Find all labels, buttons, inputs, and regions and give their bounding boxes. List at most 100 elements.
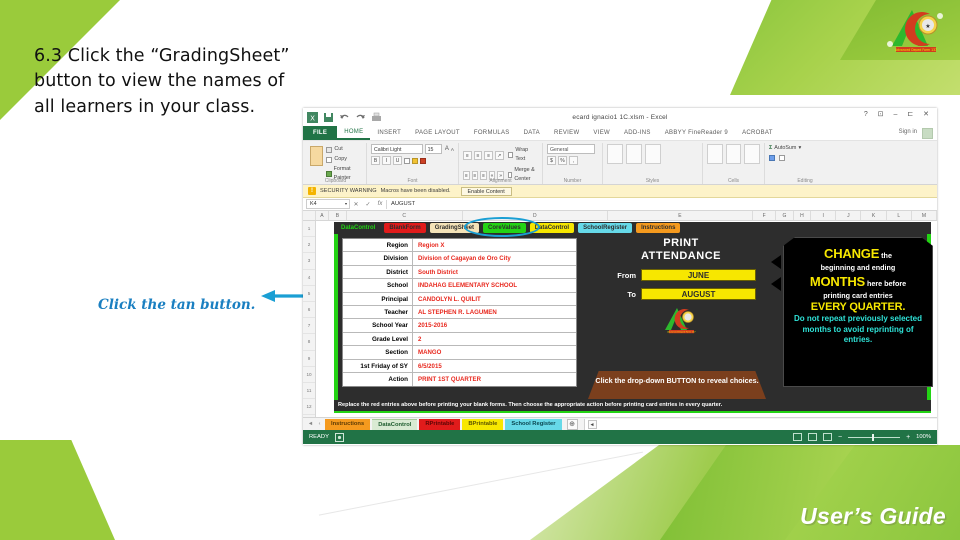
row-header[interactable]: 1 (303, 221, 315, 238)
column-header-h[interactable]: H (794, 211, 812, 220)
name-box[interactable]: K4 ▾ (306, 199, 350, 209)
column-header-k[interactable]: K (861, 211, 887, 220)
formula-input[interactable]: AUGUST (387, 201, 415, 207)
align-middle-icon[interactable]: ≡ (473, 150, 483, 160)
sheet-tab-instructions[interactable]: Instructions (325, 418, 371, 430)
font-color-icon[interactable] (420, 157, 426, 164)
conditional-formatting-icon[interactable] (607, 144, 623, 164)
status-bar-right[interactable]: − + 100% (792, 433, 931, 441)
orientation-icon[interactable]: ↗ (494, 150, 504, 160)
worksheet-grid[interactable]: 1 2 3 4 5 6 7 8 9 10 11 12 DataControl B… (303, 217, 937, 417)
number-format-select[interactable]: General (547, 144, 595, 154)
ribbon-tab-abbyy[interactable]: ABBYY FineReader 9 (658, 126, 735, 140)
row-header[interactable]: 5 (303, 286, 315, 302)
horizontal-scrollbar[interactable]: ◄ (583, 418, 937, 430)
table-row[interactable]: District South District (343, 265, 576, 280)
zoom-in-button[interactable]: + (906, 434, 910, 441)
ribbon-tab-acrobat[interactable]: ACROBAT (735, 126, 780, 140)
column-header-row[interactable]: A B C D E F G H I J K L M (303, 211, 937, 221)
column-header-l[interactable]: L (887, 211, 912, 220)
increase-font-size-icon[interactable]: A (445, 146, 449, 152)
info-value[interactable]: Division of Cagayan de Oro City (413, 252, 576, 264)
format-cells-icon[interactable] (744, 144, 761, 164)
font-size-input[interactable]: 15 (424, 144, 442, 154)
column-header-g[interactable]: G (776, 211, 794, 220)
column-header-b[interactable]: B (329, 211, 347, 220)
accept-formula-icon[interactable]: ✓ (362, 201, 374, 208)
select-all-corner[interactable] (303, 211, 316, 220)
form-button-corevalues[interactable]: CoreValues (483, 223, 526, 233)
form-button-row[interactable]: DataControl BlankForm GradingSheet CoreV… (334, 222, 931, 234)
sheet-tab-datacontrol[interactable]: DataControl (372, 418, 418, 430)
column-header-i[interactable]: I (811, 211, 837, 220)
page-layout-view-icon[interactable] (807, 433, 817, 441)
row-header[interactable]: 6 (303, 302, 315, 319)
table-row[interactable]: Region Region X (343, 239, 576, 253)
ribbon-group-styles[interactable]: Styles (603, 143, 703, 184)
ribbon-group-alignment[interactable]: ≡ ≡ ≡ ↗ Wrap Text ≡ ≡ ≡ « » Merge & Cent… (459, 143, 543, 184)
ribbon-tab-home[interactable]: HOME (337, 126, 371, 140)
ribbon-group-editing[interactable]: Σ AutoSum ▾ Editing (765, 143, 845, 184)
ribbon-tab-page-layout[interactable]: PAGE LAYOUT (408, 126, 467, 140)
print-to-row[interactable]: To AUGUST (606, 288, 756, 300)
row-header[interactable]: 4 (303, 270, 315, 286)
copy-button[interactable]: Copy (326, 155, 362, 164)
ribbon-tab-insert[interactable]: INSERT (370, 126, 408, 140)
zoom-slider[interactable] (848, 433, 901, 441)
underline-button[interactable]: U (393, 156, 402, 165)
table-row[interactable]: Action PRINT 1ST QUARTER (343, 372, 576, 387)
cancel-formula-icon[interactable]: ✕ (350, 201, 362, 208)
ribbon-tab-add-ins[interactable]: ADD-INS (617, 126, 658, 140)
info-value[interactable]: 2 (413, 333, 576, 345)
info-value[interactable]: INDAHAG ELEMENTARY SCHOOL (413, 279, 576, 291)
column-header-j[interactable]: J (836, 211, 862, 220)
row-header[interactable]: 12 (303, 399, 315, 416)
window-controls[interactable]: ? ⊡ – ⊏ ✕ (864, 110, 933, 118)
add-sheet-button[interactable]: ⊕ (566, 418, 578, 430)
page-break-view-icon[interactable] (822, 433, 832, 441)
align-top-icon[interactable]: ≡ (463, 150, 472, 160)
column-header-m[interactable]: M (912, 211, 937, 220)
print-attendance-panel[interactable]: PRINT ATTENDANCE From JUNE To AUGUST Adv… (606, 237, 756, 339)
table-row[interactable]: Division Division of Cagayan de Oro City (343, 252, 576, 266)
form-button-datacontrol-left[interactable]: DataControl (336, 223, 381, 233)
table-row[interactable]: School INDAHAG ELEMENTARY SCHOOL (343, 279, 576, 293)
delete-cells-icon[interactable] (725, 144, 742, 164)
ribbon-tab-formulas[interactable]: FORMULAS (467, 126, 517, 140)
form-button-schoolregister[interactable]: SchoolRegister (578, 223, 633, 233)
format-as-table-icon[interactable] (626, 144, 642, 164)
info-value[interactable]: CANDOLYN L. QUILIT (413, 293, 576, 305)
align-bottom-icon[interactable]: ≡ (484, 150, 493, 160)
ribbon-group-font[interactable]: Calibri Light 15 A A B I U Font (367, 143, 459, 184)
table-row[interactable]: Principal CANDOLYN L. QUILIT (343, 292, 576, 306)
sort-filter-icon[interactable] (769, 155, 775, 161)
enable-content-button[interactable]: Enable Content (460, 186, 512, 196)
column-header-e[interactable]: E (608, 211, 753, 220)
row-header[interactable]: 3 (303, 253, 315, 270)
ribbon-body[interactable]: Cut Copy Format Painter Clipboard Calibr… (303, 141, 937, 185)
info-value[interactable]: MANGO (413, 346, 576, 358)
chevron-down-icon[interactable]: ▾ (345, 199, 347, 209)
normal-view-icon[interactable] (792, 433, 802, 441)
find-select-icon[interactable] (779, 155, 785, 161)
avatar[interactable] (922, 128, 933, 139)
ribbon-tab-file[interactable]: FILE (303, 126, 338, 140)
zoom-slider-knob[interactable] (872, 433, 875, 441)
ribbon-group-number[interactable]: General $ % , Number (543, 143, 603, 184)
security-warning-bar[interactable]: ! SECURITY WARNING Macros have been disa… (303, 185, 937, 198)
table-row[interactable]: Section MANGO (343, 346, 576, 360)
wrap-text-button[interactable]: Wrap Text (507, 146, 538, 164)
italic-button[interactable]: I (382, 156, 391, 165)
table-row[interactable]: Grade Level 2 (343, 332, 576, 347)
row-header[interactable]: 9 (303, 351, 315, 367)
row-header-gutter[interactable]: 1 2 3 4 5 6 7 8 9 10 11 12 (303, 221, 316, 417)
table-row[interactable]: Teacher AL STEPHEN R. LAGUMEN (343, 305, 576, 320)
row-header[interactable]: 2 (303, 237, 315, 254)
decrease-font-size-icon[interactable]: A (451, 147, 454, 152)
paste-button[interactable] (310, 146, 324, 166)
print-from-row[interactable]: From JUNE (606, 269, 756, 281)
font-name-input[interactable]: Calibri Light (371, 144, 423, 154)
print-to-select[interactable]: AUGUST (641, 288, 756, 300)
autosum-button[interactable]: Σ AutoSum ▾ (769, 144, 841, 153)
sheet-tab-rprintable[interactable]: RPrintable (419, 418, 461, 430)
